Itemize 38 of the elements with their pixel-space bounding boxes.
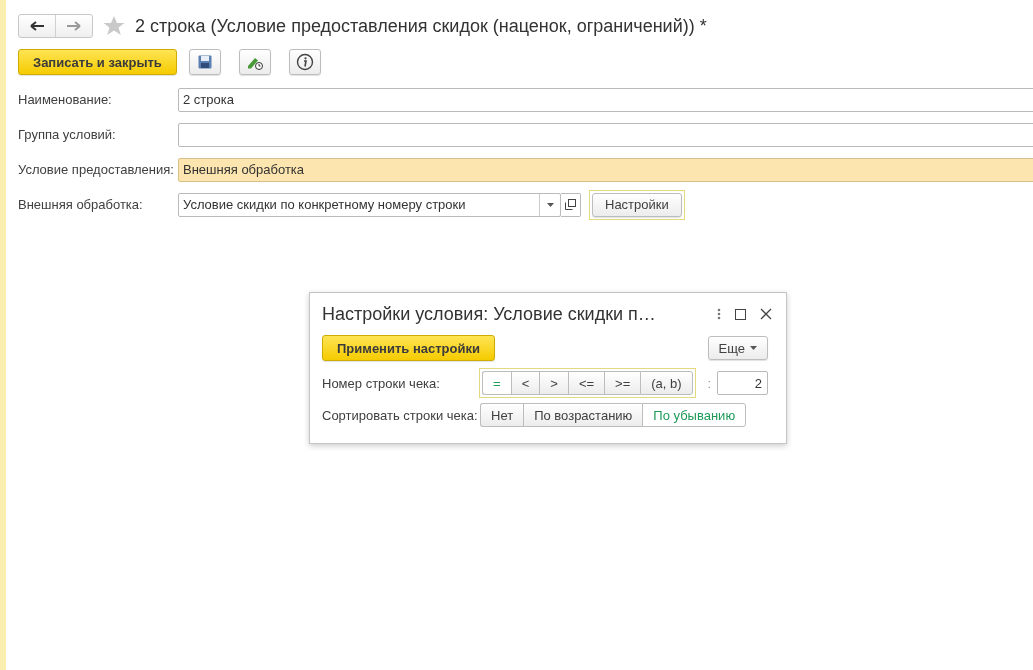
field-label: Условие предоставления:	[18, 162, 175, 177]
field-label: Сортировать строки чека:	[322, 407, 479, 423]
text-field[interactable]	[178, 122, 1033, 147]
toggle-option[interactable]: По убыванию	[642, 403, 747, 427]
toggle-option[interactable]: <=	[567, 371, 605, 395]
toggle-option[interactable]: <	[510, 371, 540, 395]
apply-settings-button[interactable]: Применить настройки	[322, 335, 495, 361]
dropdown-caret-icon[interactable]	[546, 202, 554, 207]
separator-colon: :	[707, 375, 712, 391]
text-field[interactable]: 2 строка	[178, 87, 1033, 112]
toggle-option[interactable]: По возрастанию	[523, 403, 643, 427]
toggle-option[interactable]: (a, b)	[640, 371, 693, 395]
dropdown-caret-icon	[750, 346, 757, 350]
settings-button[interactable]: Настройки	[592, 192, 682, 217]
more-vertical-icon[interactable]	[717, 308, 721, 320]
maximize-icon[interactable]	[735, 308, 746, 320]
info-button[interactable]	[288, 49, 321, 75]
star-icon[interactable]	[103, 15, 125, 37]
field-label: Номер строки чека:	[322, 375, 441, 391]
number-field[interactable]: 2	[717, 371, 768, 395]
toggle-option[interactable]: >=	[604, 371, 641, 395]
close-icon[interactable]	[760, 308, 772, 320]
save-button[interactable]	[188, 49, 221, 75]
more-button[interactable]: Еще	[707, 336, 768, 360]
info-icon	[295, 53, 314, 71]
window-title: 2 строка (Условие предоставления скидок (наценок, ограничений)) *	[135, 15, 707, 37]
toggle-option[interactable]: Нет	[480, 403, 524, 427]
dialog-title: Настройки условия: Условие скидки п…	[322, 303, 657, 325]
dropdown-field[interactable]: Условие скидки по конкретному номеру строки	[178, 192, 561, 217]
field-label: Наименование:	[18, 92, 113, 107]
toggle-option[interactable]: =	[482, 371, 511, 395]
save-and-close-button[interactable]: Записать и закрыть	[18, 49, 177, 75]
field-label: Внешняя обработка:	[18, 197, 144, 212]
open-window-icon[interactable]	[565, 199, 576, 210]
edit-history-button[interactable]	[238, 49, 271, 75]
toggle-option[interactable]: >	[539, 371, 568, 395]
text-field[interactable]: Внешняя обработка	[178, 157, 1033, 182]
field-label: Группа условий:	[18, 127, 117, 142]
